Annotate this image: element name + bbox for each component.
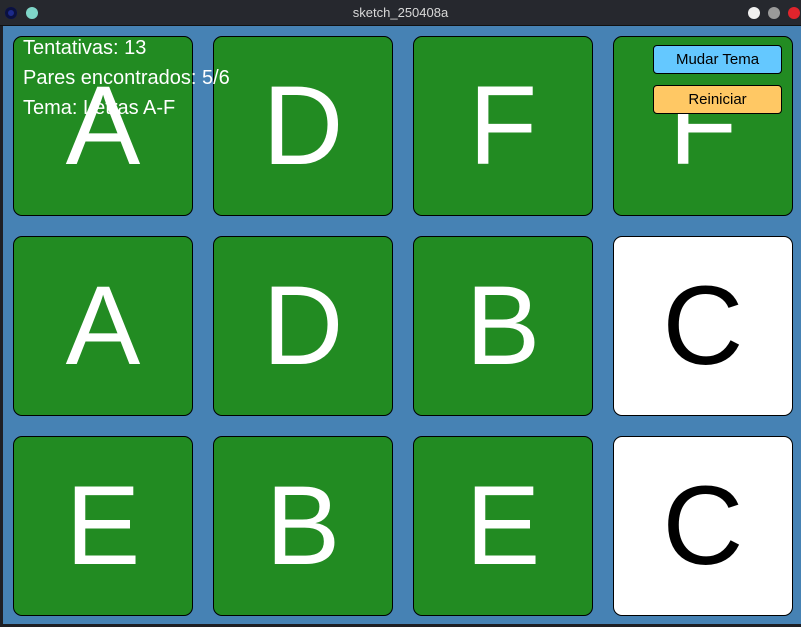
card[interactable]: D xyxy=(213,236,393,416)
card[interactable]: F xyxy=(413,36,593,216)
card-symbol: B xyxy=(265,463,341,588)
window-titlebar: sketch_250408a xyxy=(0,0,801,26)
card[interactable]: D xyxy=(213,36,393,216)
pairs-found-counter: Pares encontrados: 5/6 xyxy=(23,67,230,89)
window-title: sketch_250408a xyxy=(352,5,449,20)
card-symbol: C xyxy=(662,263,744,388)
card-symbol: C xyxy=(662,463,744,588)
maximize-icon[interactable] xyxy=(768,7,780,19)
change-theme-button[interactable]: Mudar Tema xyxy=(653,45,782,74)
card[interactable]: B xyxy=(213,436,393,616)
card-symbol: F xyxy=(468,63,538,188)
card[interactable]: E xyxy=(413,436,593,616)
card[interactable]: C xyxy=(613,236,793,416)
card[interactable]: A xyxy=(13,236,193,416)
card-symbol: D xyxy=(262,263,344,388)
game-canvas: A D F F A D B C E B E C Tentativas: 13 P… xyxy=(3,26,801,624)
attempts-counter: Tentativas: 13 xyxy=(23,37,147,59)
card[interactable]: B xyxy=(413,236,593,416)
card-symbol: E xyxy=(465,463,541,588)
card-symbol: A xyxy=(65,263,141,388)
card-symbol: B xyxy=(465,263,541,388)
minimize-icon[interactable] xyxy=(748,7,760,19)
restart-button[interactable]: Reiniciar xyxy=(653,85,782,114)
card-symbol: E xyxy=(65,463,141,588)
card[interactable]: C xyxy=(613,436,793,616)
card[interactable]: A xyxy=(13,36,193,216)
close-icon[interactable] xyxy=(788,7,800,19)
theme-label: Tema: Letras A-F xyxy=(23,97,176,119)
card-symbol: D xyxy=(262,63,344,188)
card[interactable]: E xyxy=(13,436,193,616)
